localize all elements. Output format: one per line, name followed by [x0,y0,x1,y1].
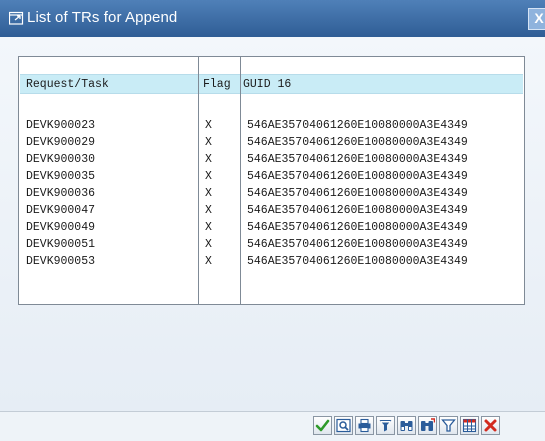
cell-flag: X [205,221,212,234]
column-header-flag[interactable]: Flag [203,77,231,92]
cell-guid: 546AE35704061260E10080000A3E4349 [247,136,468,149]
tr-table: Request/Task Flag GUID 16 DEVK900023 X 5… [18,56,525,305]
continue-button[interactable] [313,416,332,435]
table-row[interactable]: DEVK900030 X 546AE35704061260E10080000A3… [20,152,523,167]
cell-flag: X [205,119,212,132]
cell-request: DEVK900049 [26,221,96,234]
cell-request: DEVK900047 [26,204,96,217]
cell-request: DEVK900053 [26,255,96,268]
list-window-icon [9,11,24,25]
table-row[interactable]: DEVK900047 X 546AE35704061260E10080000A3… [20,203,523,218]
cancel-button[interactable] [481,416,500,435]
cell-request: DEVK900029 [26,136,96,149]
column-separator[interactable] [240,57,241,304]
table-row[interactable]: DEVK900049 X 546AE35704061260E10080000A3… [20,220,523,235]
cell-flag: X [205,153,212,166]
table-header-row: Request/Task Flag GUID 16 [20,74,523,94]
cell-guid: 546AE35704061260E10080000A3E4349 [247,204,468,217]
dialog-toolbar [0,412,545,441]
table-row[interactable]: DEVK900023 X 546AE35704061260E10080000A3… [20,118,523,133]
cell-request: DEVK900036 [26,187,96,200]
cell-guid: 546AE35704061260E10080000A3E4349 [247,187,468,200]
cell-request: DEVK900023 [26,119,96,132]
column-header-guid[interactable]: GUID 16 [243,77,291,92]
layout-button[interactable] [460,416,479,435]
cell-guid: 546AE35704061260E10080000A3E4349 [247,170,468,183]
column-header-request[interactable]: Request/Task [26,77,109,92]
cell-flag: X [205,136,212,149]
cell-flag: X [205,204,212,217]
table-row[interactable]: DEVK900053 X 546AE35704061260E10080000A3… [20,254,523,269]
cell-flag: X [205,187,212,200]
details-button[interactable] [334,416,353,435]
cell-guid: 546AE35704061260E10080000A3E4349 [247,255,468,268]
details-icon [336,418,351,433]
layout-icon [462,418,477,433]
cancel-icon [484,419,497,432]
continue-icon [315,419,330,432]
find-button[interactable] [397,416,416,435]
dialog-title: List of TRs for Append [27,9,178,26]
close-button[interactable]: X [528,8,545,30]
cell-guid: 546AE35704061260E10080000A3E4349 [247,119,468,132]
filter-button[interactable] [439,416,458,435]
filter-icon [441,419,456,432]
cell-guid: 546AE35704061260E10080000A3E4349 [247,153,468,166]
dialog-title-bar: List of TRs for Append X [0,0,545,37]
table-row[interactable]: DEVK900051 X 546AE35704061260E10080000A3… [20,237,523,252]
cell-request: DEVK900051 [26,238,96,251]
table-row[interactable]: DEVK900035 X 546AE35704061260E10080000A3… [20,169,523,184]
sort-button[interactable] [376,416,395,435]
cell-guid: 546AE35704061260E10080000A3E4349 [247,221,468,234]
cell-flag: X [205,238,212,251]
print-icon [358,418,371,433]
column-separator[interactable] [198,57,199,304]
print-button[interactable] [355,416,374,435]
cell-guid: 546AE35704061260E10080000A3E4349 [247,238,468,251]
sort-icon [379,420,392,432]
table-row[interactable]: DEVK900029 X 546AE35704061260E10080000A3… [20,135,523,150]
table-row[interactable]: DEVK900036 X 546AE35704061260E10080000A3… [20,186,523,201]
cell-request: DEVK900035 [26,170,96,183]
cell-flag: X [205,255,212,268]
cell-flag: X [205,170,212,183]
find-icon [400,421,413,431]
find-next-button[interactable] [418,416,437,435]
cell-request: DEVK900030 [26,153,96,166]
find-next-icon [421,418,435,431]
